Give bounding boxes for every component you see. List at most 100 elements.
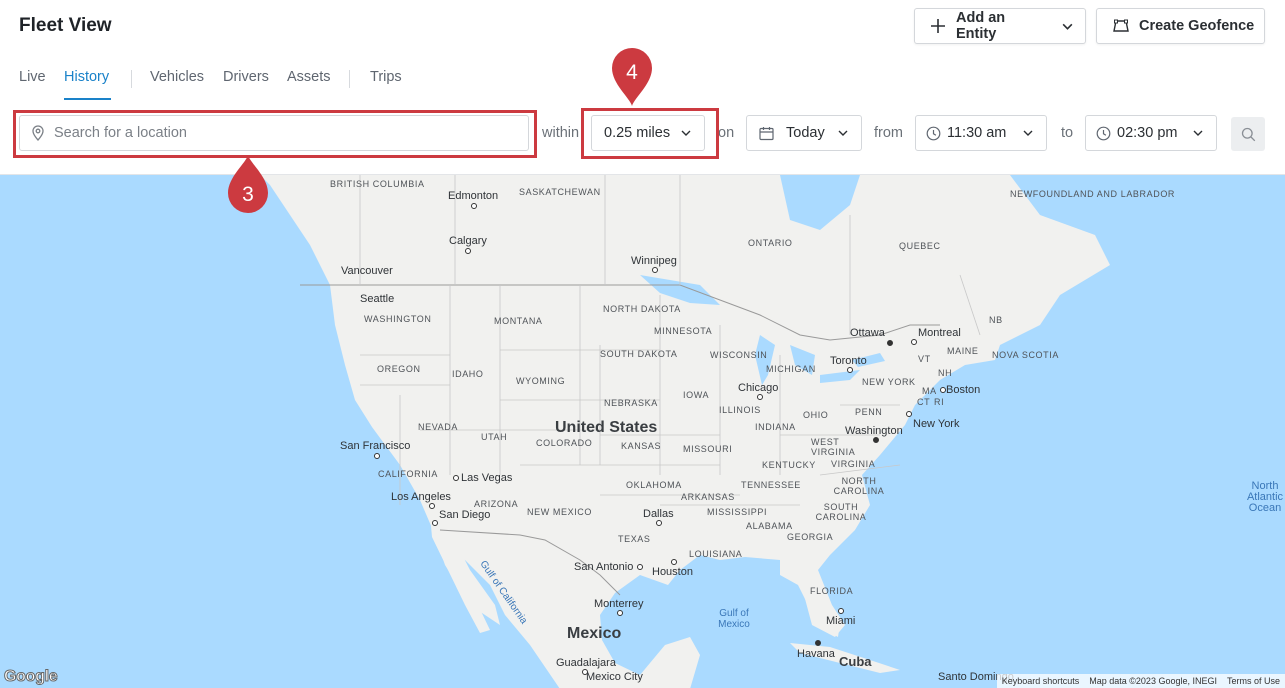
calendar-icon	[759, 126, 774, 141]
city-marker	[429, 503, 435, 509]
map-region-label: SOUTH DAKOTA	[600, 349, 678, 359]
city-marker	[671, 559, 677, 565]
map-region-label: VIRGINIA	[831, 459, 876, 469]
tab-assets[interactable]: Assets	[287, 69, 331, 85]
map-region-label: NEW MEXICO	[527, 507, 593, 517]
map-footer: Keyboard shortcuts Map data ©2023 Google…	[996, 674, 1285, 688]
city-marker	[374, 453, 380, 459]
to-time-value: 02:30 pm	[1117, 125, 1178, 141]
map-city-label: San Diego	[439, 509, 491, 521]
header: Fleet View Add an Entity Create Geofence	[0, 0, 1285, 52]
active-tab-indicator	[64, 98, 111, 100]
map-city-label: Winnipeg	[631, 255, 677, 267]
to-label: to	[1061, 125, 1074, 141]
map-region-label: TEXAS	[618, 534, 651, 544]
map-region-label: OHIO	[803, 410, 829, 420]
map-region-label: NEBRASKA	[604, 398, 658, 408]
map-region-label: MICHIGAN	[766, 364, 816, 374]
map-region-label: WYOMING	[516, 376, 566, 386]
map-city-label: Los Angeles	[391, 491, 451, 503]
map-region-label: CALIFORNIA	[378, 469, 439, 479]
map-region-label: WISCONSIN	[710, 350, 768, 360]
add-entity-label: Add an Entity	[956, 10, 1006, 42]
create-geofence-button[interactable]: Create Geofence	[1096, 8, 1265, 44]
plus-icon	[930, 18, 946, 34]
tab-vehicles[interactable]: Vehicles	[150, 69, 204, 85]
map-city-label: Las Vegas	[461, 472, 513, 484]
tab-divider	[131, 70, 132, 88]
map-city-label: Havana	[797, 648, 835, 660]
map-region-label: MINNESOTA	[654, 326, 713, 336]
map-region-label: NORTH CAROLINA	[833, 476, 885, 496]
within-label: within	[542, 125, 580, 141]
city-marker	[432, 520, 438, 526]
callout-marker-4: 4	[612, 48, 652, 106]
map-region-label: KANSAS	[621, 441, 662, 451]
keyboard-shortcuts-link[interactable]: Keyboard shortcuts	[1002, 676, 1080, 686]
date-value: Today	[786, 125, 825, 141]
city-marker	[906, 411, 912, 417]
map-region-label: RI	[934, 397, 945, 407]
city-marker	[471, 203, 477, 209]
tab-drivers[interactable]: Drivers	[223, 69, 269, 85]
tab-trips[interactable]: Trips	[370, 69, 402, 85]
date-select[interactable]: Today	[746, 115, 862, 151]
city-marker	[847, 367, 853, 373]
highlight-radius-select	[581, 108, 719, 159]
map-water-label: Gulf of Mexico	[718, 608, 750, 630]
city-marker	[911, 339, 917, 345]
map-city-label: Ottawa	[850, 327, 885, 339]
map-region-label: KENTUCKY	[762, 460, 816, 470]
map-region-label: SOUTH CAROLINA	[815, 502, 867, 522]
map-region-label: NEW YORK	[862, 377, 916, 387]
map-region-label: NH	[938, 368, 953, 378]
map-region-label: MA	[922, 386, 937, 396]
map-city-label: Boston	[946, 384, 981, 396]
map-city-label: Washington	[845, 425, 903, 437]
map-region-label: ARIZONA	[474, 499, 519, 509]
chevron-down-icon	[1059, 18, 1075, 34]
map-region-label: ARKANSAS	[681, 492, 735, 502]
map-region-label: CT	[917, 397, 931, 407]
from-time-value: 11:30 am	[947, 125, 1007, 141]
map-region-label: MISSISSIPPI	[707, 507, 768, 517]
map-region-label: GEORGIA	[787, 532, 834, 542]
from-time-select[interactable]: 11:30 am	[915, 115, 1047, 151]
search-button[interactable]	[1231, 117, 1265, 151]
map-region-label: NORTH DAKOTA	[603, 304, 681, 314]
google-logo: Google	[3, 668, 58, 686]
geofence-icon	[1113, 19, 1129, 33]
map-city-label: Miami	[826, 615, 856, 627]
map-region-label: WASHINGTON	[364, 314, 432, 324]
map-city-label: Montreal	[918, 327, 961, 339]
map-city-label: Guadalajara	[556, 657, 616, 669]
map-region-label: TENNESSEE	[741, 480, 801, 490]
map-region-label: NEWFOUNDLAND AND LABRADOR	[1010, 189, 1176, 199]
map-city-label: New York	[913, 418, 960, 430]
tab-history[interactable]: History	[64, 69, 109, 85]
fleet-view-app: Fleet View Add an Entity Create Geofence…	[0, 0, 1285, 688]
city-marker	[838, 608, 844, 614]
to-time-select[interactable]: 02:30 pm	[1085, 115, 1217, 151]
map-region-label: LOUISIANA	[689, 549, 743, 559]
map-region-label: FLORIDA	[810, 586, 854, 596]
map-region-label: PENN	[855, 407, 883, 417]
map-city-label: Dallas	[643, 508, 674, 520]
callout-number: 4	[626, 61, 638, 84]
city-marker	[815, 640, 821, 646]
add-entity-button[interactable]: Add an Entity	[914, 8, 1086, 44]
tab-live[interactable]: Live	[19, 69, 46, 85]
map-city-label: Vancouver	[341, 265, 393, 277]
city-marker	[656, 520, 662, 526]
map-canvas[interactable]: BRITISH COLUMBIA SASKATCHEWAN ONTARIO QU…	[0, 174, 1285, 688]
map-country-label: United States	[555, 419, 658, 436]
map-city-label: Chicago	[738, 382, 779, 394]
map-region-label: MISSOURI	[683, 444, 733, 454]
chevron-down-icon	[837, 127, 849, 139]
tab-divider	[349, 70, 350, 88]
city-marker	[465, 248, 471, 254]
map-region-label: WEST VIRGINIA	[811, 437, 856, 457]
map-region-label: INDIANA	[755, 422, 796, 432]
terms-of-use-link[interactable]: Terms of Use	[1227, 676, 1280, 686]
view-tabs: Live History Vehicles Drivers Assets Tri…	[0, 60, 600, 100]
